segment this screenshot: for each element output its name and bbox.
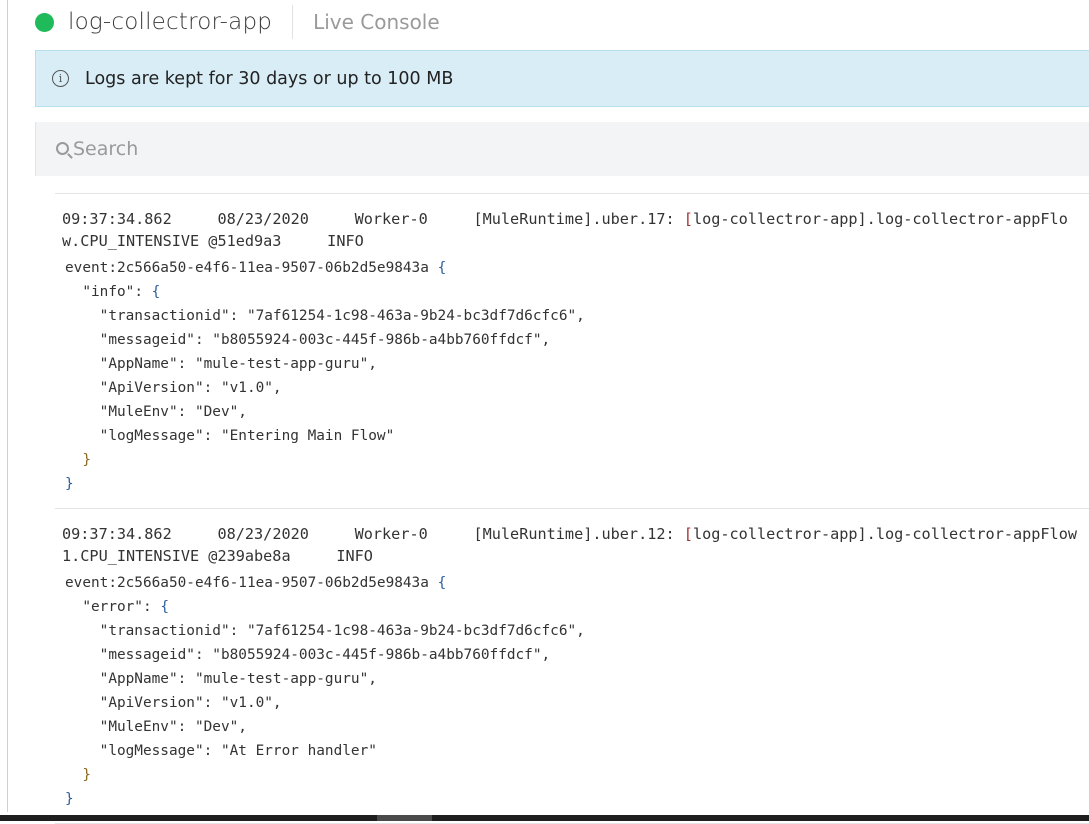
section-title: Live Console [313,10,440,34]
log-entry[interactable]: 09:37:34.862 08/23/2020 Worker-0 [MuleRu… [55,509,1089,824]
log-date: 08/23/2020 [217,210,309,228]
search-input[interactable] [73,138,973,160]
event-id: event:2c566a50-e4f6-11ea-9507-06b2d5e984… [65,260,429,276]
log-level: INFO [327,232,364,250]
log-worker: Worker-0 [354,210,428,228]
log-list: 09:37:34.862 08/23/2020 Worker-0 [MuleRu… [55,193,1089,824]
payload-field: "transactionid": "7af61254-1c98-463a-9b2… [99,308,585,324]
log-payload: event:2c566a50-e4f6-11ea-9507-06b2d5e984… [65,260,585,492]
payload-field: "AppName": "mule-test-app-guru", [99,671,377,687]
payload-field: "messageid": "b8055924-003c-445f-986b-a4… [99,647,551,663]
search-icon[interactable] [56,141,69,155]
log-payload: event:2c566a50-e4f6-11ea-9507-06b2d5e984… [65,575,585,807]
payload-field: "MuleEnv": "Dev", [99,404,247,420]
log-level: INFO [336,547,373,565]
payload-field: "messageid": "b8055924-003c-445f-986b-a4… [99,332,551,348]
page-header: log-collectror-app Live Console [35,4,440,40]
category-bracket: [ [683,210,693,228]
payload-field: "logMessage": "At Error handler" [99,743,377,759]
banner-text: Logs are kept for 30 days or up to 100 M… [85,68,454,89]
log-meta: 09:37:34.862 08/23/2020 Worker-0 [MuleRu… [62,208,1082,252]
search-bar[interactable] [35,122,1089,176]
log-meta: 09:37:34.862 08/23/2020 Worker-0 [MuleRu… [62,523,1082,567]
log-worker: Worker-0 [354,525,428,543]
info-icon: i [52,70,69,87]
payload-field: "ApiVersion": "v1.0", [99,695,282,711]
payload-field: "logMessage": "Entering Main Flow" [99,428,395,444]
payload-field: "ApiVersion": "v1.0", [99,380,282,396]
log-entry[interactable]: 09:37:34.862 08/23/2020 Worker-0 [MuleRu… [55,194,1089,509]
log-time: 09:37:34.862 [62,525,172,543]
log-thread: [MuleRuntime].uber.12: [473,525,684,543]
payload-key: "info" [82,284,135,300]
log-date: 08/23/2020 [217,525,309,543]
header-divider [292,5,294,39]
log-thread: [MuleRuntime].uber.17: [473,210,684,228]
payload-field: "AppName": "mule-test-app-guru", [99,356,377,372]
scrollbar-thumb[interactable] [377,815,432,821]
retention-banner: i Logs are kept for 30 days or up to 100… [35,50,1089,107]
app-title: log-collectror-app [68,9,273,35]
payload-field: "MuleEnv": "Dev", [99,719,247,735]
status-dot-icon [35,12,54,32]
payload-key: "error" [82,599,143,615]
log-time: 09:37:34.862 [62,210,172,228]
left-divider [7,0,8,812]
horizontal-scrollbar[interactable] [0,815,1089,821]
event-id: event:2c566a50-e4f6-11ea-9507-06b2d5e984… [65,575,429,591]
category-bracket: [ [683,525,693,543]
payload-field: "transactionid": "7af61254-1c98-463a-9b2… [99,623,585,639]
